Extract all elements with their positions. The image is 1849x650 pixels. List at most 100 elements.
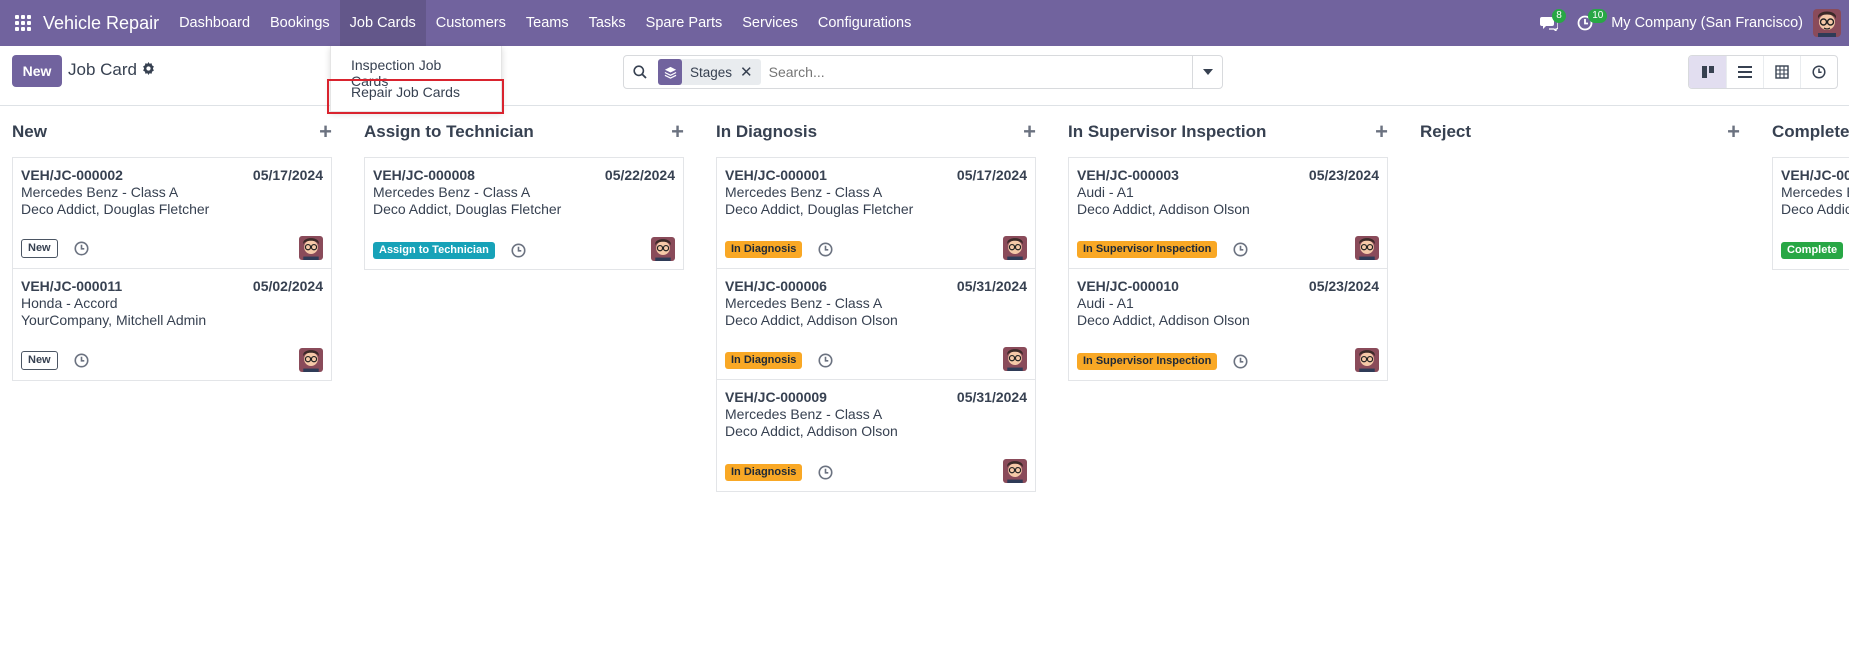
kanban-board: New + VEH/JC-000002 05/17/2024 Mercedes … [0, 107, 1849, 650]
kanban-card[interactable]: VEH/JC-000010 05/23/2024 Audi - A1 Deco … [1069, 269, 1387, 380]
kanban-card[interactable]: VEH/JC-000008 05/22/2024 Mercedes Benz -… [365, 158, 683, 269]
search-input[interactable] [760, 57, 1192, 87]
card-date: 05/31/2024 [956, 278, 1027, 294]
apps-menu-icon[interactable] [0, 0, 46, 46]
caret-down-icon [1202, 69, 1213, 75]
app-name[interactable]: Vehicle Repair [43, 13, 169, 34]
stage-tag: In Diagnosis [725, 464, 803, 481]
kanban-card[interactable]: VEH/JC-000003 05/23/2024 Audi - A1 Deco … [1069, 158, 1387, 269]
menu-spare-parts[interactable]: Spare Parts [636, 0, 733, 46]
column-title: In Supervisor Inspection [1068, 122, 1267, 141]
activity-clock-icon[interactable] [818, 242, 833, 257]
dropdown-item-inspection-job-cards[interactable]: Inspection Job Cards [331, 52, 501, 89]
add-card-icon[interactable]: + [1727, 121, 1740, 143]
list-view-button[interactable] [1726, 56, 1763, 88]
new-button[interactable]: New [12, 55, 62, 87]
add-card-icon[interactable]: + [1375, 121, 1388, 143]
stage-tag: New [21, 239, 58, 258]
activity-clock-icon[interactable] [818, 465, 833, 480]
column-header: Reject + [1420, 107, 1740, 157]
assignee-avatar[interactable] [299, 348, 323, 372]
facet-label: Stages [690, 64, 733, 80]
menu-customers[interactable]: Customers [426, 0, 516, 46]
column-title: Assign to Technician [364, 122, 534, 141]
card-list: VEH/JC-000008 05/22/2024 Mercedes Benz -… [364, 157, 684, 270]
table-icon [1775, 65, 1789, 79]
dropdown-item-repair-job-cards[interactable]: Repair Job Cards [331, 79, 501, 106]
job-cards-dropdown: Inspection Job Cards Repair Job Cards [330, 46, 502, 112]
assignee-avatar[interactable] [651, 237, 675, 261]
card-date: 05/22/2024 [604, 167, 675, 183]
search-facet: Stages ✕ [658, 59, 761, 85]
menu-job-cards[interactable]: Job Cards [339, 0, 426, 46]
gear-icon[interactable] [142, 62, 155, 78]
layers-icon [658, 59, 682, 85]
kanban-column-in-diagnosis: In Diagnosis + VEH/JC-000001 05/17/2024 … [716, 107, 1036, 492]
kanban-card[interactable]: VEH/JC-00 Mercedes B Deco Addic Complete [1773, 158, 1849, 269]
stage-tag: In Diagnosis [725, 241, 803, 258]
card-vehicle: Mercedes B [1781, 184, 1849, 200]
card-date: 05/02/2024 [252, 278, 323, 294]
card-people: YourCompany, Mitchell Admin [21, 312, 207, 328]
menu-teams[interactable]: Teams [516, 0, 579, 46]
activities-button[interactable]: 10 [1567, 0, 1608, 46]
activity-view-button[interactable] [1800, 56, 1837, 88]
menu-bookings[interactable]: Bookings [260, 0, 340, 46]
add-card-icon[interactable]: + [319, 121, 332, 143]
activity-clock-icon[interactable] [511, 243, 526, 258]
clock-icon [1812, 65, 1826, 79]
view-switcher [1688, 55, 1838, 89]
activity-clock-icon[interactable] [1233, 242, 1248, 257]
add-card-icon[interactable]: + [1023, 121, 1036, 143]
add-card-icon[interactable]: + [671, 121, 684, 143]
kanban-card[interactable]: VEH/JC-000002 05/17/2024 Mercedes Benz -… [13, 158, 331, 269]
column-title: Reject [1420, 122, 1472, 141]
column-header: Complete [1772, 107, 1849, 157]
card-vehicle: Mercedes Benz - Class A [725, 406, 883, 422]
search-options-toggle[interactable] [1192, 56, 1222, 88]
main-menu: Dashboard Bookings Job Cards Customers T… [169, 0, 921, 46]
activity-clock-icon[interactable] [818, 353, 833, 368]
kanban-card[interactable]: VEH/JC-000011 05/02/2024 Honda - Accord … [13, 269, 331, 380]
menu-dashboard[interactable]: Dashboard [169, 0, 260, 46]
card-people: Deco Addict, Addison Olson [725, 312, 898, 328]
kanban-card[interactable]: VEH/JC-000009 05/31/2024 Mercedes Benz -… [717, 380, 1035, 491]
kanban-card[interactable]: VEH/JC-000001 05/17/2024 Mercedes Benz -… [717, 158, 1035, 269]
user-avatar[interactable] [1813, 9, 1841, 37]
kanban-card[interactable]: VEH/JC-000006 05/31/2024 Mercedes Benz -… [717, 269, 1035, 380]
card-reference: VEH/JC-00 [1781, 167, 1849, 183]
activity-clock-icon[interactable] [74, 241, 89, 256]
facet-remove-icon[interactable]: ✕ [740, 63, 761, 81]
column-title: In Diagnosis [716, 122, 818, 141]
pivot-view-button[interactable] [1763, 56, 1800, 88]
card-list: VEH/JC-000002 05/17/2024 Mercedes Benz -… [12, 157, 332, 381]
assignee-avatar[interactable] [299, 236, 323, 260]
card-people: Deco Addic [1781, 201, 1849, 217]
activity-clock-icon[interactable] [1233, 354, 1248, 369]
activities-count-badge: 10 [1588, 9, 1608, 23]
column-title: New [12, 122, 47, 141]
kanban-icon [1701, 66, 1714, 78]
card-vehicle: Mercedes Benz - Class A [21, 184, 179, 200]
menu-tasks[interactable]: Tasks [579, 0, 636, 46]
messages-count-badge: 8 [1552, 9, 1566, 23]
card-date: 05/17/2024 [956, 167, 1027, 183]
search-bar: Stages ✕ [623, 55, 1223, 89]
assignee-avatar[interactable] [1355, 348, 1379, 372]
assignee-avatar[interactable] [1003, 236, 1027, 260]
company-switcher[interactable]: My Company (San Francisco) [1603, 15, 1813, 31]
menu-services[interactable]: Services [732, 0, 808, 46]
card-date: 05/23/2024 [1308, 167, 1379, 183]
stage-tag: In Supervisor Inspection [1077, 353, 1218, 370]
assignee-avatar[interactable] [1355, 236, 1379, 260]
menu-configurations[interactable]: Configurations [808, 0, 922, 46]
card-date: 05/17/2024 [252, 167, 323, 183]
activity-clock-icon[interactable] [74, 353, 89, 368]
card-people: Deco Addict, Douglas Fletcher [725, 201, 914, 217]
kanban-column-in-supervisor-inspection: In Supervisor Inspection + VEH/JC-000003… [1068, 107, 1388, 381]
assignee-avatar[interactable] [1003, 347, 1027, 371]
kanban-view-button[interactable] [1689, 56, 1726, 88]
assignee-avatar[interactable] [1003, 459, 1027, 483]
messages-button[interactable]: 8 [1531, 0, 1567, 46]
column-title: Complete [1772, 122, 1849, 141]
